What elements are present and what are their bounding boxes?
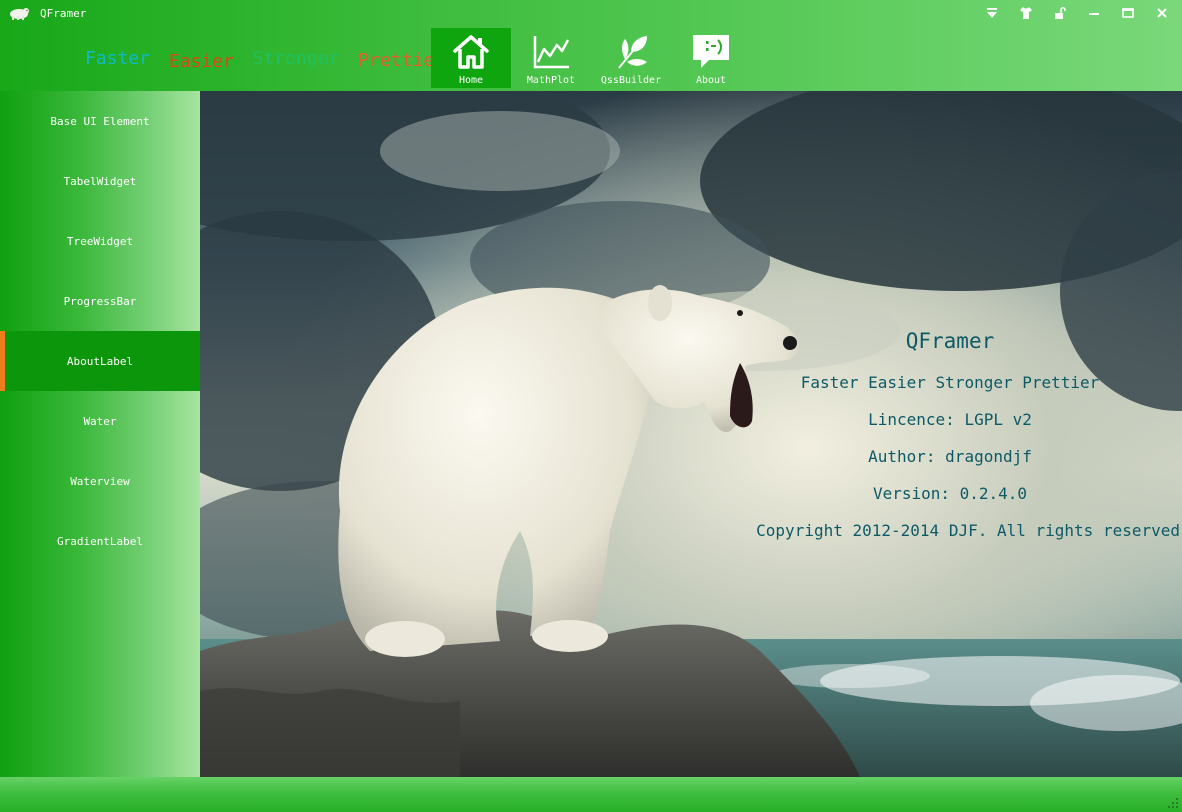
sidebar-item-base-ui-element[interactable]: Base UI Element bbox=[0, 91, 200, 151]
sidebar-item-label: Water bbox=[83, 414, 117, 428]
header-slogan: Faster Easier Stronger Prettier bbox=[85, 48, 445, 72]
polar-bear-background-image bbox=[200, 91, 1182, 777]
sidebar-item-aboutlabel[interactable]: AboutLabel bbox=[0, 331, 200, 391]
sidebar-item-treewidget[interactable]: TreeWidget bbox=[0, 211, 200, 271]
nav-qssbuilder-button[interactable]: QssBuilder bbox=[591, 28, 671, 88]
sidebar-item-tabelwidget[interactable]: TabelWidget bbox=[0, 151, 200, 211]
minimize-button[interactable] bbox=[1082, 4, 1106, 22]
sidebar-item-progressbar[interactable]: ProgressBar bbox=[0, 271, 200, 331]
sidebar-item-water[interactable]: Water bbox=[0, 391, 200, 451]
nav-about-button[interactable]: About bbox=[671, 28, 751, 88]
about-licence: Lincence: LGPL v2 bbox=[868, 410, 1032, 429]
minimize-icon bbox=[1089, 13, 1099, 15]
resize-grip-icon[interactable] bbox=[1166, 796, 1180, 810]
sidebar-item-label: Base UI Element bbox=[50, 114, 150, 128]
nav-qssbuilder-label: QssBuilder bbox=[600, 75, 662, 86]
sidebar-item-waterview[interactable]: Waterview bbox=[0, 451, 200, 511]
line-chart-icon bbox=[533, 36, 570, 69]
about-author: Author: dragondjf bbox=[868, 447, 1032, 466]
maximize-icon bbox=[1122, 8, 1134, 18]
about-copyright: Copyright 2012-2014 DJF. All rights rese… bbox=[756, 521, 1180, 540]
nav-home-button[interactable]: Home bbox=[431, 28, 511, 88]
nav-home-label: Home bbox=[458, 75, 484, 86]
close-button[interactable] bbox=[1150, 4, 1174, 22]
about-app-name: QFramer bbox=[905, 329, 995, 353]
unlock-icon bbox=[1055, 6, 1066, 19]
leaf-icon bbox=[618, 36, 647, 69]
sidebar-item-label: GradientLabel bbox=[56, 534, 144, 548]
slogan-word: Easier bbox=[168, 51, 234, 72]
nav-mathplot-button[interactable]: MathPlot bbox=[511, 28, 591, 88]
slogan-word: Faster bbox=[85, 48, 151, 69]
polar-bear-logo-icon bbox=[10, 8, 29, 20]
sidebar: Base UI Element TabelWidget TreeWidget P… bbox=[0, 91, 200, 777]
about-panel: QFramer Faster Easier Stronger Prettier … bbox=[200, 91, 1182, 777]
sidebar-item-label: AboutLabel bbox=[66, 354, 134, 368]
sidebar-item-label: Waterview bbox=[70, 474, 130, 488]
smiley-chat-icon bbox=[693, 35, 729, 68]
skin-button[interactable] bbox=[1014, 4, 1038, 22]
title-bar: QFramer Faster Easier Stronger Prettier … bbox=[0, 0, 1182, 91]
main-nav: Home MathPlot QssBuilder About bbox=[431, 28, 751, 88]
home-icon bbox=[453, 35, 489, 69]
slogan-word: Stronger bbox=[252, 48, 340, 69]
dropdown-arrow-icon bbox=[987, 8, 997, 18]
window-title: QFramer bbox=[40, 7, 87, 20]
menu-dropdown-button[interactable] bbox=[980, 4, 1004, 22]
shirt-skin-icon bbox=[1020, 7, 1032, 19]
sidebar-item-label: ProgressBar bbox=[63, 294, 137, 308]
sidebar-item-gradientlabel[interactable]: GradientLabel bbox=[0, 511, 200, 571]
nav-mathplot-label: MathPlot bbox=[526, 75, 576, 86]
lock-button[interactable] bbox=[1048, 4, 1072, 22]
nav-about-label: About bbox=[695, 75, 727, 86]
sidebar-item-label: TreeWidget bbox=[66, 234, 134, 248]
about-slogan: Faster Easier Stronger Prettier bbox=[800, 373, 1100, 392]
window-controls bbox=[980, 4, 1174, 22]
about-version: Version: 0.2.4.0 bbox=[872, 484, 1028, 503]
maximize-button[interactable] bbox=[1116, 4, 1140, 22]
close-icon bbox=[1157, 8, 1167, 18]
sidebar-item-label: TabelWidget bbox=[63, 174, 137, 188]
status-bar bbox=[0, 777, 1182, 812]
